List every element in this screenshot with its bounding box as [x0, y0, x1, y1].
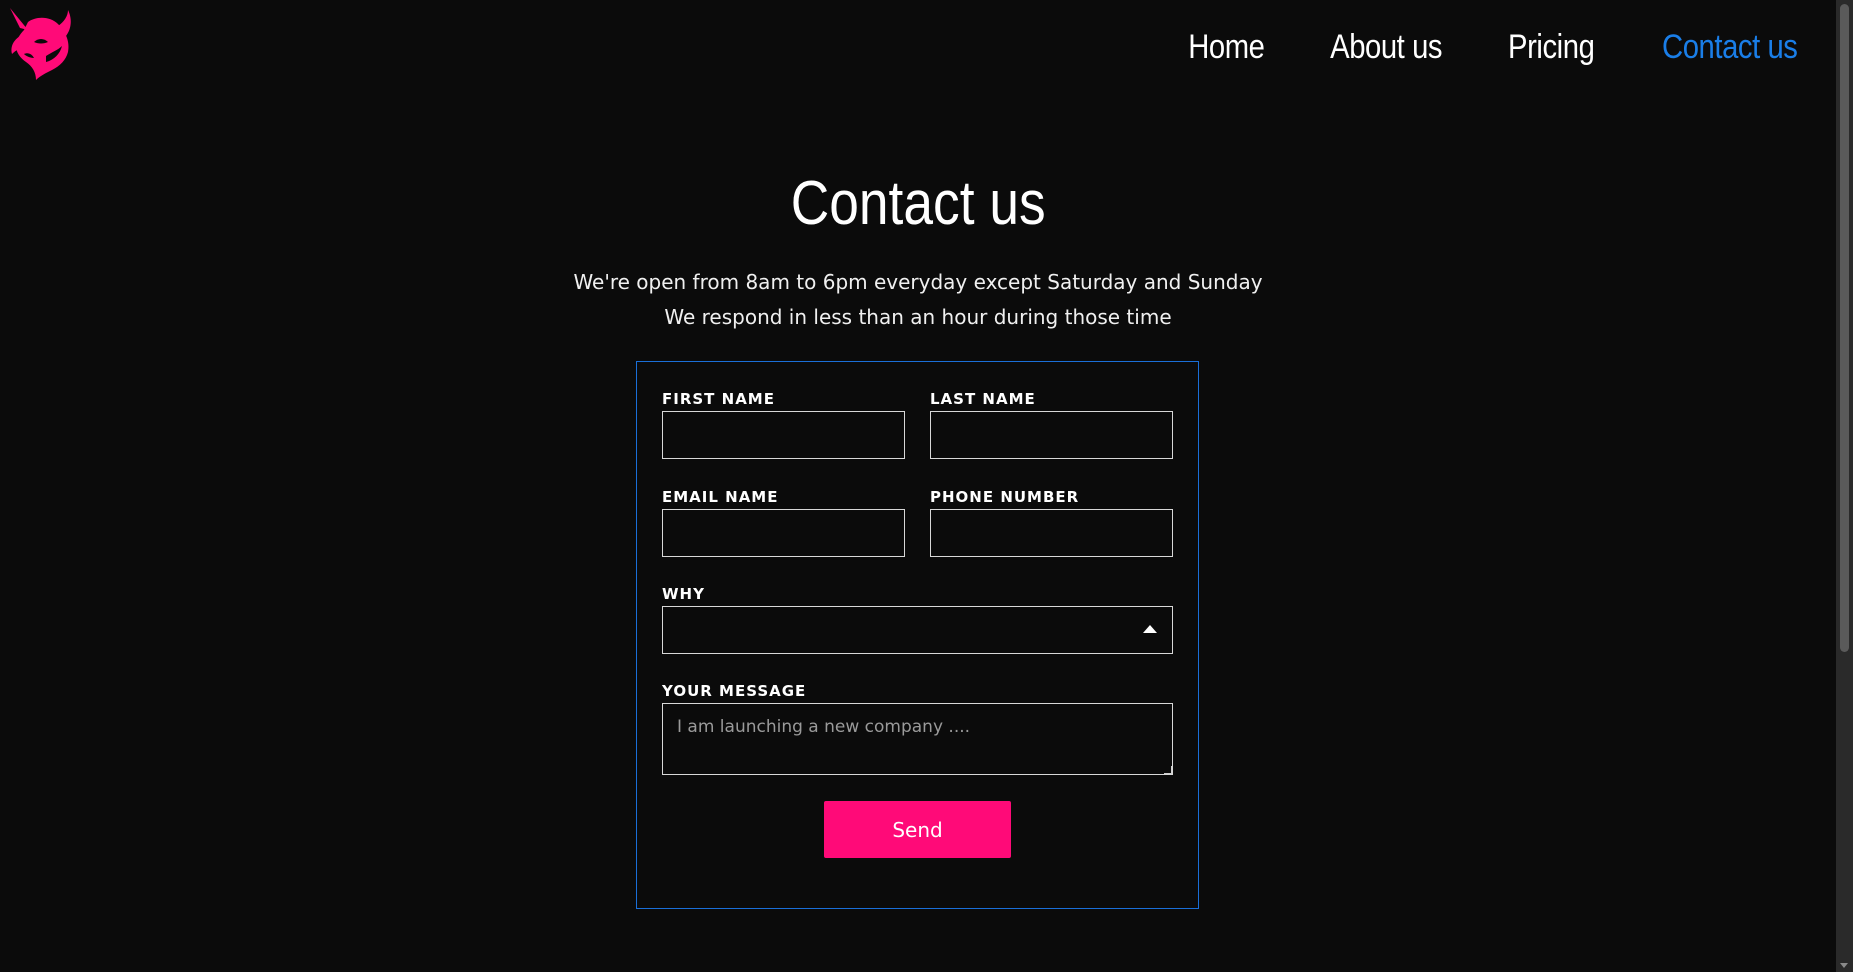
why-select[interactable]	[662, 606, 1173, 654]
message-textarea[interactable]	[662, 703, 1173, 775]
page-title: Contact us	[790, 169, 1046, 238]
nav-pricing[interactable]: Pricing	[1508, 28, 1595, 67]
why-select-wrapper	[662, 606, 1173, 654]
scrollbar-thumb[interactable]	[1840, 4, 1849, 652]
first-name-input[interactable]	[662, 411, 905, 459]
nav-home[interactable]: Home	[1188, 28, 1265, 67]
phone-number-label: PHONE NUMBER	[930, 488, 1080, 506]
scroll-down-arrow-icon[interactable]	[1840, 963, 1848, 968]
nav-about-us[interactable]: About us	[1330, 28, 1442, 67]
unicorn-logo-icon[interactable]	[6, 6, 72, 82]
caret-up-icon[interactable]	[1143, 625, 1157, 633]
phone-number-input[interactable]	[930, 509, 1173, 557]
page: Home About us Pricing Contact us Contact…	[0, 0, 1853, 972]
why-label: WHY	[662, 585, 705, 603]
main-nav: Home About us Pricing Contact us	[1182, 28, 1809, 67]
last-name-input[interactable]	[930, 411, 1173, 459]
nav-contact-us[interactable]: Contact us	[1662, 28, 1798, 67]
your-message-label: YOUR MESSAGE	[662, 682, 807, 700]
send-button[interactable]: Send	[824, 801, 1011, 858]
last-name-label: LAST NAME	[930, 390, 1036, 408]
first-name-label: FIRST NAME	[662, 390, 775, 408]
resize-handle-icon[interactable]	[1164, 766, 1172, 774]
email-label: EMAIL NAME	[662, 488, 779, 506]
email-input[interactable]	[662, 509, 905, 557]
hours-text: We're open from 8am to 6pm everyday exce…	[573, 270, 1263, 294]
vertical-scrollbar[interactable]	[1836, 0, 1853, 972]
contact-form: FIRST NAME LAST NAME EMAIL NAME PHONE NU…	[636, 361, 1199, 909]
response-time-text: We respond in less than an hour during t…	[664, 305, 1172, 329]
